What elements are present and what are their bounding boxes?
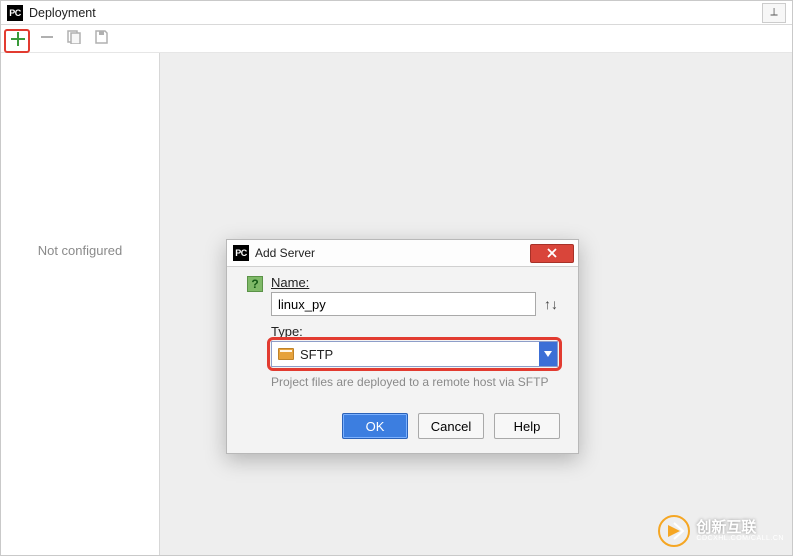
add-server-button[interactable] [9,30,27,48]
dialog-body: ? Name: ↑↓ Type: [227,267,578,399]
detail-canvas: PC Add Server ? Name: [160,53,792,555]
minus-icon [41,31,53,43]
titlebar: PC Deployment ⟂ [1,1,792,25]
close-icon [547,248,557,258]
pin-button[interactable]: ⟂ [762,3,786,23]
watermark-brand: 创新互联 [696,520,784,535]
copy-button[interactable] [67,30,81,47]
app-icon: PC [7,5,23,21]
help-icon[interactable]: ? [247,276,263,292]
name-input[interactable] [271,292,536,316]
pin-icon: ⟂ [770,6,777,19]
watermark: 创新互联 CDCXHL.COM/CALL.CN [658,515,784,547]
copy-icon [67,30,81,44]
dialog-titlebar: PC Add Server [227,240,578,267]
logo-icon [658,515,690,547]
plus-icon [11,32,25,46]
deployment-window: PC Deployment ⟂ [0,0,793,556]
dialog-app-icon: PC [233,245,249,261]
sidebar-empty-text: Not configured [38,243,123,258]
close-button[interactable] [530,244,574,263]
server-list-sidebar: Not configured [1,53,160,555]
remove-server-button[interactable] [41,30,53,48]
window-title: Deployment [29,6,96,20]
name-label: Name: [271,275,558,290]
chevron-down-icon [544,351,552,357]
sort-buttons[interactable]: ↑↓ [544,296,558,312]
dropdown-arrow [539,342,557,366]
type-label: Type: [271,324,558,339]
add-server-dialog: PC Add Server ? Name: [226,239,579,454]
help-button[interactable]: Help [494,413,560,439]
toolbar [1,25,792,53]
dialog-title: Add Server [255,246,315,260]
type-dropdown[interactable]: SFTP [271,341,558,367]
main-body: Not configured PC Add Server [1,53,792,555]
ok-button[interactable]: OK [342,413,408,439]
type-selected-text: SFTP [300,347,333,362]
type-hint: Project files are deployed to a remote h… [271,375,558,389]
sftp-icon [278,348,294,360]
disk-icon [95,30,108,44]
cancel-button[interactable]: Cancel [418,413,484,439]
watermark-sub: CDCXHL.COM/CALL.CN [696,535,784,542]
save-button[interactable] [95,30,108,47]
dialog-button-bar: OK Cancel Help [227,399,578,453]
watermark-logo [658,515,690,547]
